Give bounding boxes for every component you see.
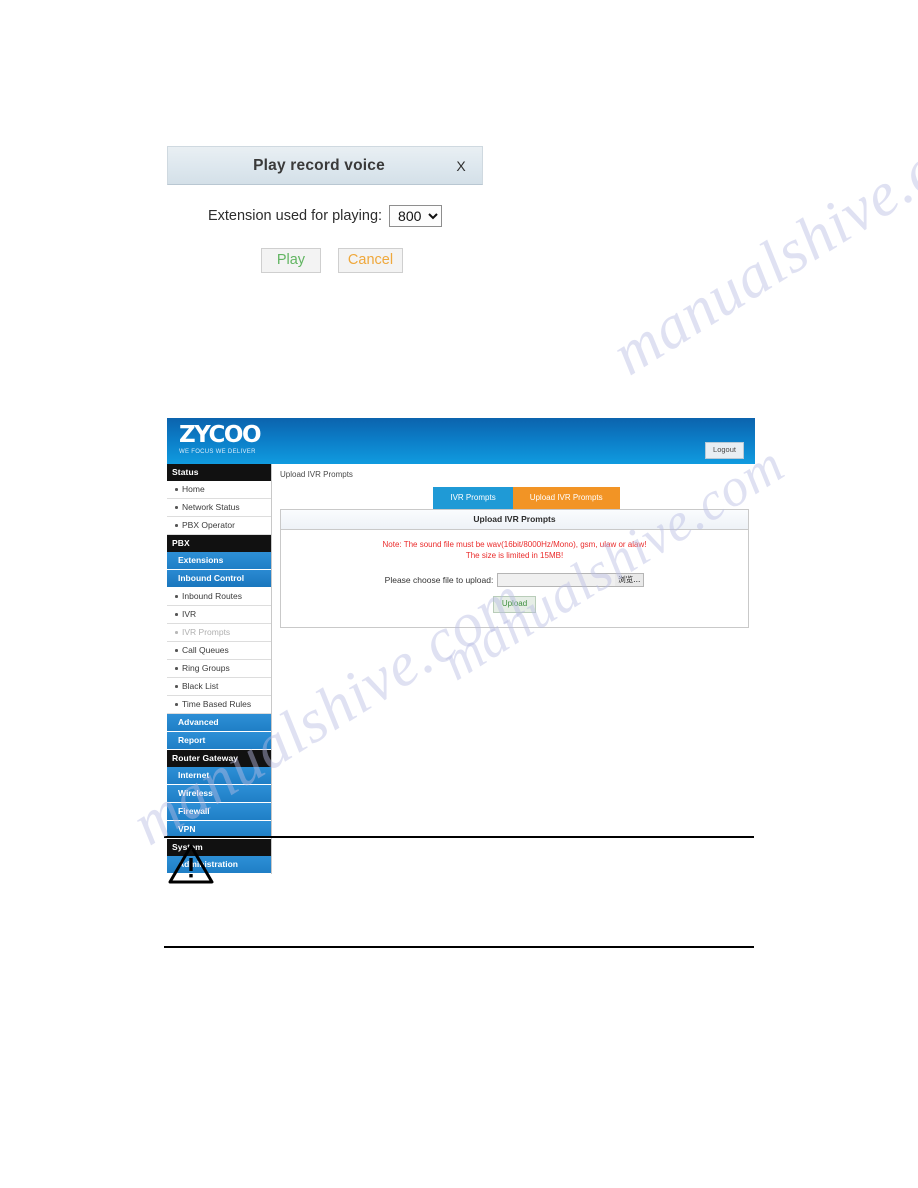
tab-upload-ivr-prompts[interactable]: Upload IVR Prompts xyxy=(512,487,620,509)
sidebar-item-advanced[interactable]: Advanced xyxy=(167,714,271,732)
file-input-value xyxy=(498,574,616,586)
sidebar-item-black-list[interactable]: Black List xyxy=(167,678,271,696)
pbx-web-interface: ZYCOO WE FOCUS WE DELIVER Logout Status H… xyxy=(167,418,755,874)
play-record-voice-dialog: Play record voice X Extension used for p… xyxy=(167,146,483,273)
logout-button[interactable]: Logout xyxy=(705,442,744,459)
sidebar-item-internet[interactable]: Internet xyxy=(167,767,271,785)
sidebar: Status Home Network Status PBX Operator PBX E… xyxy=(167,464,272,874)
sidebar-item-extensions[interactable]: Extensions xyxy=(167,552,271,570)
note-line-1: Note: The sound file must be wav(16bit/8… xyxy=(382,540,647,549)
main-content: Upload IVR Prompts IVR Prompts Upload IVR… xyxy=(272,464,755,628)
cancel-button[interactable]: Cancel xyxy=(337,248,404,273)
panel-title: Upload IVR Prompts xyxy=(281,510,748,530)
tab-ivr-prompts[interactable]: IVR Prompts xyxy=(433,487,513,509)
close-icon[interactable]: X xyxy=(446,158,482,174)
tab-bar: IVR Prompts Upload IVR Prompts xyxy=(304,487,749,509)
horizontal-rule-top xyxy=(164,836,754,838)
sidebar-group-pbx: PBX xyxy=(167,535,271,552)
sidebar-item-pbx-operator[interactable]: PBX Operator xyxy=(167,517,271,535)
sidebar-item-report[interactable]: Report xyxy=(167,732,271,750)
sidebar-item-ring-groups[interactable]: Ring Groups xyxy=(167,660,271,678)
extension-row: Extension used for playing: 800 xyxy=(167,205,483,227)
play-button[interactable]: Play xyxy=(260,248,321,273)
sidebar-item-time-based-rules[interactable]: Time Based Rules xyxy=(167,696,271,714)
sidebar-group-status: Status xyxy=(167,464,271,481)
file-upload-label: Please choose file to upload: xyxy=(384,575,494,585)
brand-tagline: WE FOCUS WE DELIVER xyxy=(179,449,256,455)
note-line-2: The size is limited in 15MB! xyxy=(465,551,564,560)
sidebar-item-ivr-prompts[interactable]: IVR Prompts xyxy=(167,624,271,642)
brand-logo: ZYCOO WE FOCUS WE DELIVER xyxy=(179,422,262,456)
upload-panel: Upload IVR Prompts Note: The sound file … xyxy=(280,509,749,628)
brand-name: ZYCOO xyxy=(179,422,262,448)
panel-body: Note: The sound file must be wav(16bit/8… xyxy=(281,530,748,627)
watermark-text: manualshive.com xyxy=(600,93,918,389)
breadcrumb: Upload IVR Prompts xyxy=(280,470,353,479)
sidebar-item-call-queues[interactable]: Call Queues xyxy=(167,642,271,660)
upload-button[interactable]: Upload xyxy=(492,596,537,613)
extension-label: Extension used for playing: xyxy=(207,208,383,224)
pbx-header: ZYCOO WE FOCUS WE DELIVER Logout xyxy=(167,418,755,464)
warning-triangle-icon xyxy=(168,843,214,890)
sidebar-item-network-status[interactable]: Network Status xyxy=(167,499,271,517)
dialog-body: Extension used for playing: 800 Play Can… xyxy=(167,185,483,273)
horizontal-rule-bottom xyxy=(164,946,754,948)
upload-button-row: Upload xyxy=(287,596,742,613)
dialog-button-row: Play Cancel xyxy=(167,248,483,273)
extension-select[interactable]: 800 xyxy=(389,205,443,227)
pbx-body: Status Home Network Status PBX Operator PBX E… xyxy=(167,464,755,874)
dialog-titlebar: Play record voice X xyxy=(167,146,483,185)
browse-button[interactable]: 浏览... xyxy=(615,574,644,586)
sidebar-item-ivr[interactable]: IVR xyxy=(167,606,271,624)
sidebar-item-inbound-control[interactable]: Inbound Control xyxy=(167,570,271,588)
file-upload-row: Please choose file to upload: 浏览... xyxy=(287,573,742,587)
sidebar-group-router-gateway: Router Gateway xyxy=(167,750,271,767)
sidebar-item-home[interactable]: Home xyxy=(167,481,271,499)
file-input[interactable]: 浏览... xyxy=(497,573,645,587)
dialog-title: Play record voice xyxy=(253,156,385,174)
sidebar-item-wireless[interactable]: Wireless xyxy=(167,785,271,803)
sidebar-item-firewall[interactable]: Firewall xyxy=(167,803,271,821)
sidebar-item-inbound-routes[interactable]: Inbound Routes xyxy=(167,588,271,606)
